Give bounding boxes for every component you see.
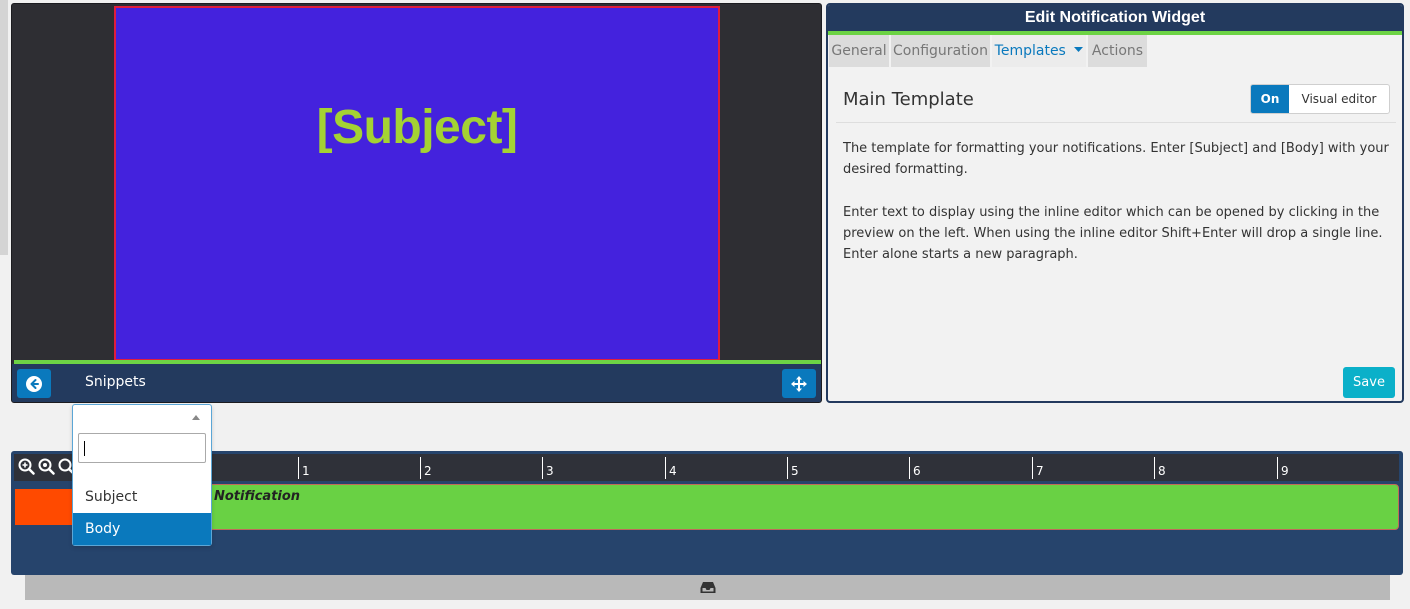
tab-label: General (831, 43, 887, 59)
zoom-in-icon[interactable] (18, 458, 35, 475)
ruler-tick (420, 457, 421, 479)
ruler-tick (909, 457, 910, 479)
panel-title: Edit Notification Widget (828, 5, 1402, 31)
ruler-tick-label: 1 (302, 464, 310, 478)
ruler-tick (542, 457, 543, 479)
timeline-marker-block[interactable] (15, 489, 77, 525)
zoom-fit-icon[interactable] (38, 458, 55, 475)
timeline-ruler: 1 2 3 4 5 6 7 8 9 (14, 454, 1399, 481)
ruler-tick-label: 2 (424, 464, 432, 478)
caret-down-icon (1074, 47, 1084, 52)
ruler-tick-label: 4 (669, 464, 677, 478)
timeline-panel: 1 2 3 4 5 6 7 8 9 Notification (11, 451, 1403, 575)
ruler-tick-label: 5 (791, 464, 799, 478)
ruler-tick (1032, 457, 1033, 479)
save-button[interactable]: Save (1343, 367, 1395, 398)
dropdown-option-body[interactable]: Body (73, 513, 211, 545)
help-paragraph-2: Enter text to display using the inline e… (843, 205, 1383, 262)
back-button[interactable] (17, 369, 51, 398)
tab-actions[interactable]: Actions (1088, 35, 1147, 67)
ruler-tick (787, 457, 788, 479)
toggle-on-label[interactable]: On (1251, 85, 1289, 113)
ruler-tick-label: 7 (1036, 464, 1044, 478)
preview-panel: [Subject] Snippets (11, 3, 822, 403)
ruler-tick-label: 6 (913, 464, 921, 478)
bottom-tray-bar[interactable] (25, 575, 1390, 600)
text-cursor (84, 441, 85, 456)
move-button[interactable] (782, 369, 816, 398)
tab-label: Templates (994, 43, 1066, 59)
tab-label: Actions (1091, 43, 1144, 59)
section-divider (836, 122, 1396, 123)
caret-up-icon[interactable] (192, 415, 200, 420)
ruler-tick-label: 3 (546, 464, 554, 478)
ruler-tick (665, 457, 666, 479)
dropdown-option-subject[interactable]: Subject (73, 481, 211, 513)
preview-canvas[interactable]: [Subject] (114, 6, 720, 361)
timeline-bar-label: Notification (214, 489, 301, 504)
edit-notification-panel: Edit Notification Widget General Configu… (826, 3, 1404, 403)
notification-timeline-bar[interactable]: Notification (206, 484, 1399, 530)
preview-toolbar: Snippets (12, 364, 821, 402)
snippets-label[interactable]: Snippets (85, 374, 146, 390)
tab-label: Configuration (893, 43, 988, 59)
ruler-tick (1277, 457, 1278, 479)
section-title: Main Template (843, 89, 974, 110)
dropdown-search-input[interactable] (78, 433, 206, 463)
move-arrows-icon (791, 375, 807, 392)
tab-templates[interactable]: Templates (992, 35, 1086, 67)
left-scroll-strip (0, 0, 8, 255)
canvas-subject-text[interactable]: [Subject] (116, 100, 718, 155)
toggle-visual-editor-label[interactable]: Visual editor (1289, 85, 1389, 113)
tab-configuration[interactable]: Configuration (891, 35, 990, 67)
ruler-tick-label: 9 (1281, 464, 1289, 478)
inbox-tray-icon (700, 582, 715, 593)
ruler-tick-label: 8 (1158, 464, 1166, 478)
help-paragraph-1: The template for formatting your notific… (843, 141, 1389, 177)
visual-editor-toggle[interactable]: On Visual editor (1250, 84, 1390, 114)
arrow-left-circle-icon (26, 375, 42, 392)
tab-general[interactable]: General (829, 35, 889, 67)
ruler-tick (1154, 457, 1155, 479)
snippets-dropdown[interactable]: Subject Body (72, 404, 212, 546)
ruler-tick (298, 457, 299, 479)
